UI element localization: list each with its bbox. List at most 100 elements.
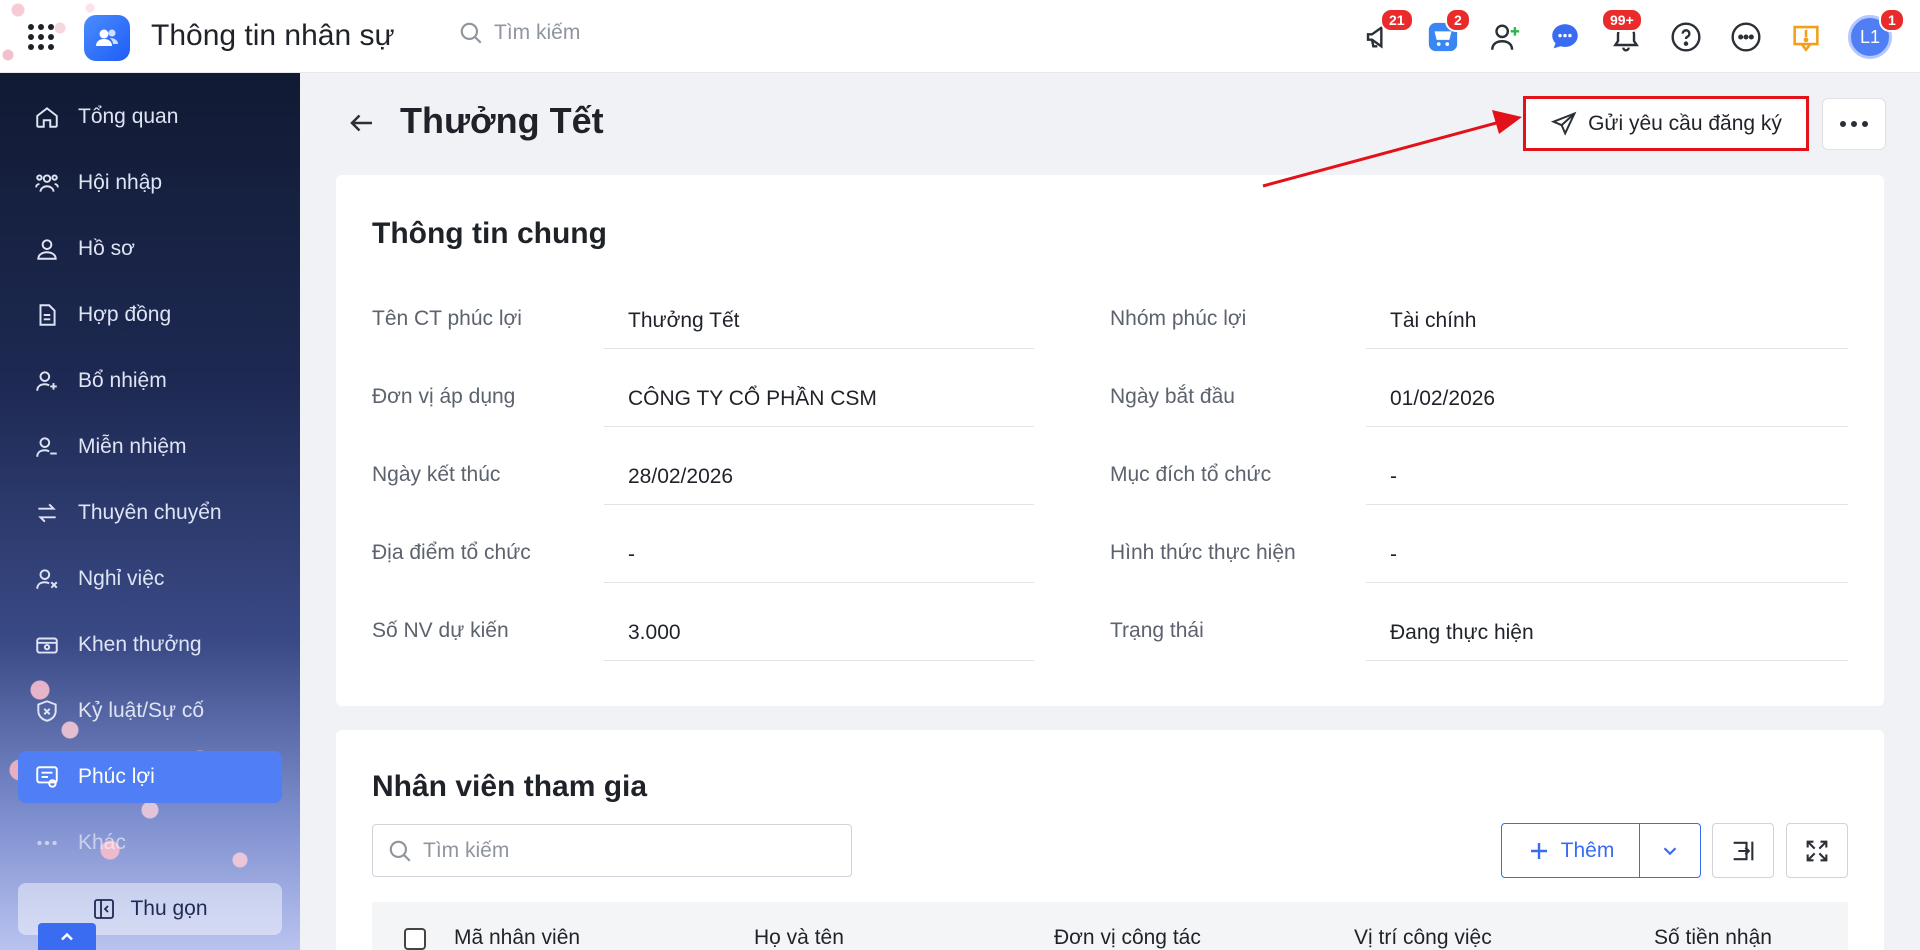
home-icon xyxy=(36,107,58,128)
lightbulb-icon[interactable] xyxy=(1786,17,1826,57)
avatar-initials: L1 xyxy=(1859,26,1881,47)
field-label: Mục đích tổ chức xyxy=(1110,463,1272,486)
field-value: CÔNG TY CỔ PHẦN CSM xyxy=(604,376,1034,427)
field-label: Số NV dự kiến xyxy=(372,619,509,642)
field-value: Thưởng Tết xyxy=(604,298,1034,349)
send-request-label: Gửi yêu cầu đăng ký xyxy=(1588,111,1782,135)
column-header[interactable]: Họ và tên xyxy=(754,926,844,950)
top-search-placeholder: Tìm kiếm xyxy=(494,21,581,44)
export-button[interactable] xyxy=(1712,823,1774,878)
chat-icon[interactable] xyxy=(1545,17,1585,57)
user-icon xyxy=(37,239,57,260)
award-icon xyxy=(36,637,58,654)
sidebar-item-label: Thuyên chuyển xyxy=(78,501,222,524)
transfer-icon xyxy=(38,503,56,523)
column-header[interactable]: Số tiền nhận xyxy=(1654,926,1772,950)
user-minus-icon xyxy=(36,437,57,457)
participant-search-input[interactable]: Tìm kiếm xyxy=(372,824,852,877)
top-search[interactable]: Tìm kiếm xyxy=(458,20,580,46)
sidebar-item-benefits[interactable]: Phúc lợi xyxy=(18,751,282,803)
field-value: 01/02/2026 xyxy=(1366,376,1848,427)
add-button-group: Thêm xyxy=(1501,823,1701,878)
more-options-icon[interactable] xyxy=(1726,17,1766,57)
avatar-badge: 1 xyxy=(1879,8,1905,32)
field-value: Tài chính xyxy=(1366,298,1848,349)
more-dots-icon xyxy=(37,840,57,846)
expand-icon xyxy=(1806,840,1828,861)
sidebar-item-overview[interactable]: Tổng quan xyxy=(18,91,282,143)
cart-badge: 2 xyxy=(1445,8,1471,32)
chevron-up-icon xyxy=(61,932,73,940)
fullscreen-button[interactable] xyxy=(1786,823,1848,878)
field-label: Ngày bắt đầu xyxy=(1110,385,1235,408)
notification-badge: 99+ xyxy=(1601,8,1643,32)
back-button[interactable] xyxy=(344,105,380,141)
collapse-icon xyxy=(94,899,115,919)
sidebar-item-label: Hội nhập xyxy=(78,171,163,194)
page-title: Thưởng Tết xyxy=(400,100,604,141)
user-avatar[interactable]: L1 1 xyxy=(1848,8,1905,59)
sidebar-item-dismissal[interactable]: Miễn nhiệm xyxy=(18,421,282,473)
app-title: Thông tin nhân sự xyxy=(151,19,395,52)
notification-bell-icon[interactable]: 99+ xyxy=(1601,8,1646,57)
user-x-icon xyxy=(36,569,58,589)
chevron-down-icon xyxy=(1663,846,1677,855)
help-icon[interactable] xyxy=(1666,17,1706,57)
ellipsis-icon xyxy=(1840,121,1868,127)
sidebar-item-label: Miễn nhiệm xyxy=(78,435,187,458)
sidebar-item-label: Khen thưởng xyxy=(78,633,202,656)
document-icon xyxy=(39,304,56,326)
scroll-to-top-button[interactable] xyxy=(38,923,96,950)
sidebar-item-contract[interactable]: Hợp đồng xyxy=(18,289,282,341)
plus-icon xyxy=(1530,842,1547,859)
app-logo[interactable] xyxy=(84,15,130,61)
sidebar-item-discipline[interactable]: Kỷ luật/Sự cố xyxy=(18,685,282,737)
column-header[interactable]: Mã nhân viên xyxy=(454,926,580,950)
users-icon xyxy=(35,174,59,192)
column-header[interactable]: Vị trí công việc xyxy=(1354,926,1492,950)
field-value: - xyxy=(604,532,1034,583)
field-label: Đơn vị áp dụng xyxy=(372,385,516,408)
general-info-title: Thông tin chung xyxy=(372,217,607,250)
sidebar-item-transfer[interactable]: Thuyên chuyển xyxy=(18,487,282,539)
field-label: Trạng thái xyxy=(1110,619,1204,642)
column-header[interactable]: Đơn vị công tác xyxy=(1054,926,1201,950)
more-actions-button[interactable] xyxy=(1822,98,1886,150)
field-value: Đang thực hiện xyxy=(1366,610,1848,661)
sidebar-item-label: Hợp đồng xyxy=(78,303,172,326)
general-info-card: Thông tin chung Tên CT phúc lợi Thưởng T… xyxy=(336,175,1884,706)
add-dropdown-toggle[interactable] xyxy=(1640,824,1700,877)
add-label: Thêm xyxy=(1560,838,1615,862)
export-icon xyxy=(1733,841,1754,860)
field-value: 3.000 xyxy=(604,610,1034,661)
participants-title: Nhân viên tham gia xyxy=(372,770,648,803)
app-grid-icon[interactable] xyxy=(28,24,54,50)
user-plus-icon xyxy=(36,371,57,391)
announcement-icon[interactable]: 21 xyxy=(1360,8,1414,57)
field-value: - xyxy=(1366,454,1848,505)
participants-card: Nhân viên tham gia Tìm kiếm Thêm Mã nhân… xyxy=(336,730,1884,950)
field-value: - xyxy=(1366,532,1848,583)
add-user-icon[interactable] xyxy=(1485,17,1525,57)
sidebar-item-profile[interactable]: Hồ sơ xyxy=(18,223,282,275)
field-value: 28/02/2026 xyxy=(604,454,1034,505)
sidebar-item-reward[interactable]: Khen thưởng xyxy=(18,619,282,671)
field-label: Nhóm phúc lợi xyxy=(1110,307,1247,330)
field-label: Địa điểm tổ chức xyxy=(372,541,531,564)
sidebar-item-label: Phúc lợi xyxy=(78,765,155,788)
sidebar-item-label: Khác xyxy=(78,831,126,854)
add-participant-button[interactable]: Thêm xyxy=(1502,824,1640,877)
field-label: Tên CT phúc lợi xyxy=(372,307,522,330)
search-icon xyxy=(460,22,482,44)
sidebar-item-label: Kỷ luật/Sự cố xyxy=(78,699,205,722)
top-bar: Thông tin nhân sự Tìm kiếm 21 2 99+ L1 1 xyxy=(0,0,1920,73)
cart-icon[interactable]: 2 xyxy=(1423,8,1471,57)
sidebar-item-onboarding[interactable]: Hội nhập xyxy=(18,157,282,209)
sidebar-item-appointment[interactable]: Bổ nhiệm xyxy=(18,355,282,407)
send-registration-request-button[interactable]: Gửi yêu cầu đăng ký xyxy=(1523,96,1809,151)
select-all-checkbox[interactable] xyxy=(404,928,426,950)
participant-search-placeholder: Tìm kiếm xyxy=(423,838,510,862)
field-label: Hình thức thực hiện xyxy=(1110,541,1296,564)
sidebar-item-other[interactable]: Khác xyxy=(18,817,282,869)
sidebar-item-resignation[interactable]: Nghỉ việc xyxy=(18,553,282,605)
